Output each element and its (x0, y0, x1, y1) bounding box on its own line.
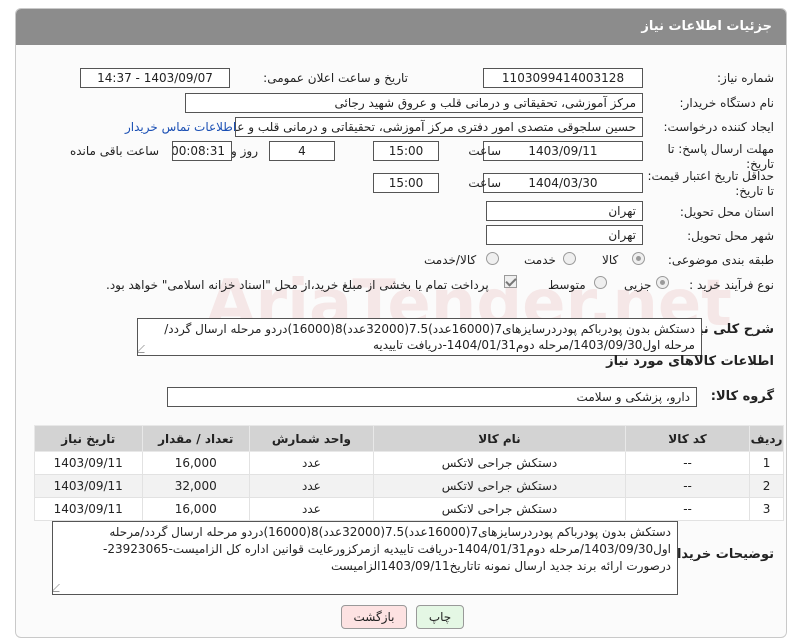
category-radio-goods[interactable] (632, 252, 645, 265)
category-radio-both[interactable] (486, 252, 499, 265)
cell-row-number: 3 (749, 497, 784, 521)
cell-unit: عدد (248, 497, 374, 521)
cell-goods-code: -- (625, 451, 751, 475)
validity-time-label: ساعت (468, 176, 501, 190)
category-option-goods: کالا (602, 253, 619, 267)
cell-goods-name: دستکش جراحی لاتکس (372, 451, 627, 475)
treasury-payment-note: پرداخت تمام یا بخشی از مبلغ خرید،از محل … (106, 278, 489, 292)
province-field: تهران (486, 201, 643, 221)
cell-goods-code: -- (625, 497, 751, 521)
col-need-date: تاریخ نیاز (34, 425, 143, 452)
process-label: نوع فرآیند خرید : (689, 278, 774, 292)
validity-time-field: 15:00 (373, 173, 439, 193)
need-number-label: شماره نیاز: (717, 71, 774, 85)
cell-goods-code: -- (625, 474, 751, 498)
city-label: شهر محل تحویل: (687, 229, 774, 243)
buyer-contact-link[interactable]: اطلاعات تماس خریدار (125, 120, 236, 134)
process-radio-minor[interactable] (656, 276, 669, 289)
cell-quantity: 32,000 (141, 474, 250, 498)
cell-unit: عدد (248, 474, 374, 498)
cell-row-number: 2 (749, 474, 784, 498)
table-row: 2 -- دستکش جراحی لاتکس عدد 32,000 1403/0… (34, 474, 784, 498)
city-field: تهران (486, 225, 643, 245)
category-label: طبقه بندی موضوعی: (667, 253, 774, 267)
process-option-minor: جزیی (624, 278, 652, 292)
table-row: 3 -- دستکش جراحی لاتکس عدد 16,000 1403/0… (34, 497, 784, 521)
deadline-time-field: 15:00 (373, 141, 439, 161)
deadline-date-field: 1403/09/11 (483, 141, 643, 161)
announce-field: 1403/09/07 - 14:37 (80, 68, 230, 88)
cell-goods-name: دستکش جراحی لاتکس (372, 497, 627, 521)
announce-label: تاریخ و ساعت اعلان عمومی: (263, 71, 408, 85)
buyer-notes-label: توضیحات خریدار: (664, 547, 774, 562)
category-radio-service[interactable] (563, 252, 576, 265)
cell-unit: عدد (248, 451, 374, 475)
treasury-payment-checkbox[interactable] (504, 275, 517, 288)
process-radio-medium[interactable] (594, 276, 607, 289)
process-option-medium: متوسط (548, 278, 586, 292)
cell-quantity: 16,000 (141, 497, 250, 521)
col-quantity: تعداد / مقدار (141, 425, 250, 452)
province-label: استان محل تحویل: (679, 205, 774, 219)
resize-grip-icon[interactable] (138, 345, 152, 353)
cell-need-date: 1403/09/11 (34, 497, 143, 521)
goods-table-header: ردیف کد کالا نام کالا واحد شمارش تعداد /… (34, 425, 784, 452)
resize-grip-icon[interactable] (53, 584, 67, 592)
days-label: روز و (231, 144, 258, 158)
validity-label: حداقل تاریخ اعتبار قیمت: تا تاریخ: (647, 169, 774, 198)
header-bar: جزئیات اطلاعات نیاز (16, 9, 786, 45)
deadline-label: مهلت ارسال پاسخ: تا تاریخ: (667, 142, 774, 171)
creator-label: ایجاد کننده درخواست: (663, 120, 774, 134)
buyer-org-label: نام دستگاه خریدار: (679, 96, 775, 110)
page-title: جزئیات اطلاعات نیاز (641, 19, 772, 34)
cell-quantity: 16,000 (141, 451, 250, 475)
back-button[interactable]: بازگشت (341, 605, 407, 629)
col-goods-name: نام کالا (372, 425, 627, 452)
col-row-number: ردیف (749, 425, 784, 452)
remaining-label: ساعت باقی مانده (69, 144, 159, 158)
summary-textarea: دستکش بدون پودرباکم پودردرسایزهای7(16000… (137, 318, 702, 356)
remaining-time-field: 00:08:31 (172, 141, 232, 161)
need-number-field: 1103099414003128 (483, 68, 643, 88)
buyer-notes-text: دستکش بدون پودرباکم پودردرسایزهای7(16000… (103, 525, 671, 573)
cell-row-number: 1 (749, 451, 784, 475)
goods-group-field: دارو، پزشکی و سلامت (167, 387, 697, 407)
cell-need-date: 1403/09/11 (34, 474, 143, 498)
goods-group-label: گروه کالا: (710, 389, 774, 404)
print-button[interactable]: چاپ (416, 605, 464, 629)
goods-info-title: اطلاعات کالاهای مورد نیاز (606, 354, 774, 369)
creator-field: حسین سلجوقی متصدی امور دفتری مرکز آموزشی… (235, 117, 643, 137)
deadline-time-label: ساعت (468, 144, 501, 158)
col-goods-code: کد کالا (625, 425, 751, 452)
table-row: 1 -- دستکش جراحی لاتکس عدد 16,000 1403/0… (34, 451, 784, 475)
summary-text: دستکش بدون پودرباکم پودردرسایزهای7(16000… (164, 322, 695, 352)
days-remaining-field: 4 (269, 141, 335, 161)
col-unit: واحد شمارش (248, 425, 374, 452)
goods-table: ردیف کد کالا نام کالا واحد شمارش تعداد /… (34, 425, 784, 521)
category-option-service: خدمت (524, 253, 556, 267)
cell-goods-name: دستکش جراحی لاتکس (372, 474, 627, 498)
buyer-notes-textarea: دستکش بدون پودرباکم پودردرسایزهای7(16000… (52, 521, 678, 595)
validity-date-field: 1404/03/30 (483, 173, 643, 193)
cell-need-date: 1403/09/11 (34, 451, 143, 475)
buyer-org-field: مرکز آموزشی، تحقیقاتی و درمانی قلب و عرو… (185, 93, 643, 113)
need-details-panel: جزئیات اطلاعات نیاز AriaTender.net شماره… (15, 8, 787, 638)
category-option-both: کالا/خدمت (424, 253, 477, 267)
